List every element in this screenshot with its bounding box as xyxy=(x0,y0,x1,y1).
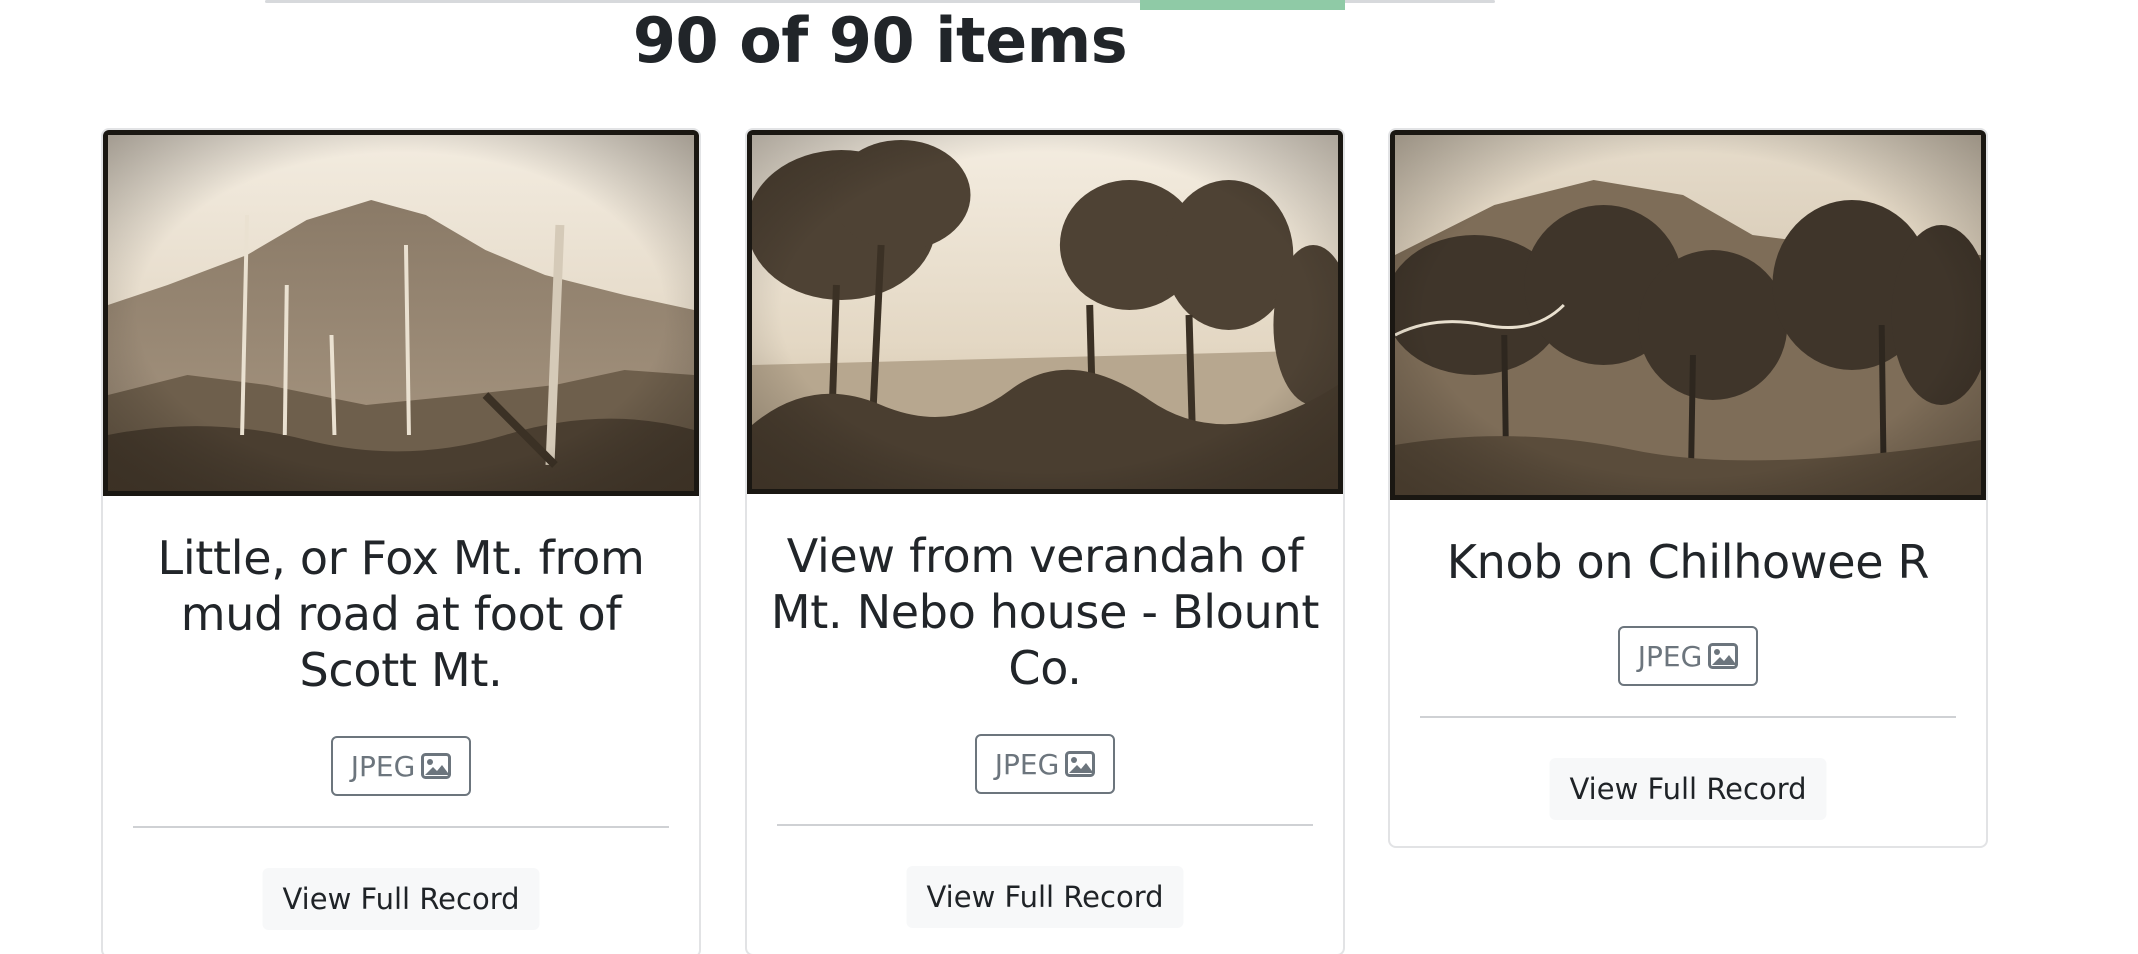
jpeg-format-button[interactable]: JPEG xyxy=(975,734,1115,794)
results-page: 90 of 90 items Little, or Fox Mt. from m… xyxy=(0,0,2138,954)
image-icon xyxy=(1065,751,1096,777)
jpeg-format-button[interactable]: JPEG xyxy=(1618,626,1758,686)
card-title[interactable]: View from verandah of Mt. Nebo house - B… xyxy=(767,528,1323,696)
card-divider xyxy=(133,826,669,828)
result-card: Knob on Chilhowee R JPEG View Full Recor… xyxy=(1388,128,1988,848)
view-full-record-button[interactable]: View Full Record xyxy=(906,866,1184,928)
mountain-photo xyxy=(108,135,694,491)
format-label: JPEG xyxy=(994,747,1060,781)
forest-view-photo xyxy=(752,135,1338,489)
image-icon xyxy=(421,753,452,779)
photo-thumbnail[interactable] xyxy=(747,130,1343,494)
photo-thumbnail[interactable] xyxy=(1390,130,1986,500)
card-divider xyxy=(1420,716,1956,718)
card-title[interactable]: Little, or Fox Mt. from mud road at foot… xyxy=(123,530,679,698)
format-label: JPEG xyxy=(1637,639,1703,673)
image-icon xyxy=(1708,643,1739,669)
format-label: JPEG xyxy=(350,749,416,783)
view-full-record-button[interactable]: View Full Record xyxy=(262,868,540,930)
photo-thumbnail[interactable] xyxy=(103,130,699,496)
progress-bar xyxy=(265,0,1495,10)
knob-photo xyxy=(1395,135,1981,495)
results-count: 90 of 90 items xyxy=(632,4,1128,77)
result-card: View from verandah of Mt. Nebo house - B… xyxy=(745,128,1345,954)
jpeg-format-button[interactable]: JPEG xyxy=(331,736,471,796)
card-divider xyxy=(777,824,1313,826)
result-card: Little, or Fox Mt. from mud road at foot… xyxy=(101,128,701,954)
view-full-record-button[interactable]: View Full Record xyxy=(1549,758,1827,820)
card-title[interactable]: Knob on Chilhowee R xyxy=(1410,534,1966,590)
